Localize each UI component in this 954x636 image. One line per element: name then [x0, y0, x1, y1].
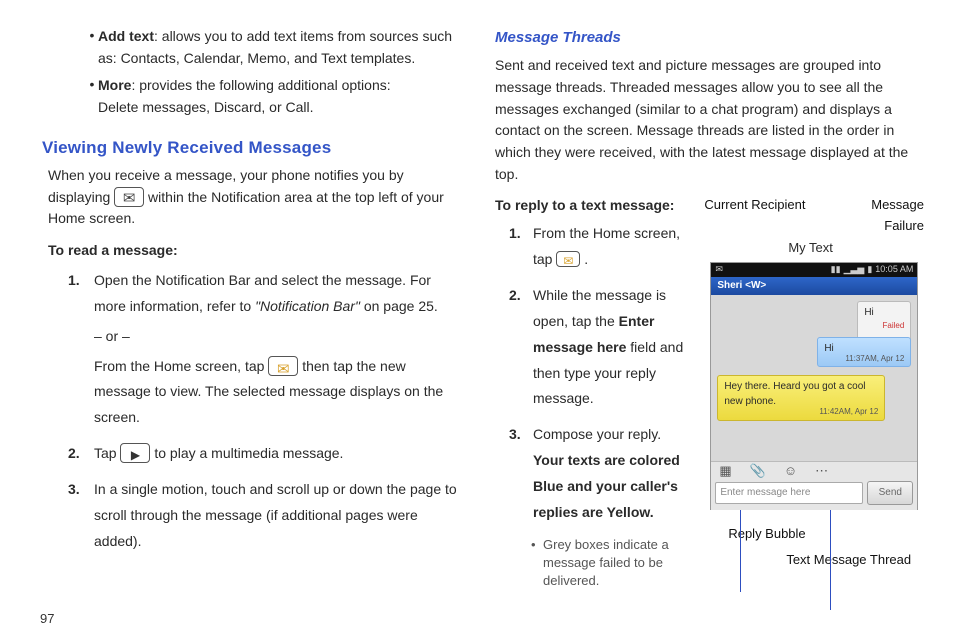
grey-note-text: Grey boxes indicate a message failed to …: [543, 536, 692, 591]
play-icon: [120, 443, 150, 463]
bubble-text: Hi: [824, 343, 833, 354]
photo-icon[interactable]: ▦: [719, 461, 731, 481]
rs1-b: .: [584, 251, 588, 267]
step1-ref: "Notification Bar": [255, 298, 360, 314]
section-heading-threads: Message Threads: [495, 26, 924, 49]
message-bubble-reply: Hey there. Heard you got a cool new phon…: [717, 375, 885, 421]
step-number: 1.: [509, 221, 533, 273]
intro-paragraph: When you receive a message, your phone n…: [48, 165, 459, 230]
label-current-recipient: Current Recipient: [704, 195, 812, 235]
envelope-icon: [114, 187, 144, 207]
mail-icon: [556, 251, 580, 267]
to-reply-lead: To reply to a text message:: [495, 195, 692, 217]
step-1: 1. Open the Notification Bar and select …: [68, 268, 459, 431]
step1-text-b: on page 25.: [364, 298, 438, 314]
step-number: 2.: [68, 441, 94, 467]
reply-instructions: To reply to a text message: 1. From the …: [495, 195, 692, 590]
envelope-icon: ✉: [715, 263, 723, 277]
phone-status-bar: ✉ ▮▮ ▁▃▅ ▮ 10:05 AM: [711, 263, 917, 277]
more-icon[interactable]: ⋯: [815, 461, 828, 481]
status-time: 10:05 AM: [875, 263, 913, 277]
phone-figure: Current Recipient Message Failure My Tex…: [704, 195, 924, 590]
bullet-subtext: Delete messages, Discard, or Call.: [98, 97, 459, 119]
reply-step-2: 2. While the message is open, tap the En…: [509, 283, 692, 412]
attach-icon[interactable]: 📎: [750, 461, 766, 481]
message-input[interactable]: Enter message here: [715, 482, 863, 504]
bubble-failed-label: Failed: [864, 320, 904, 332]
phone-compose-bar: ▦ 📎 ☺ ⋯ Enter message here Send: [711, 461, 917, 510]
label-text-thread: Text Message Thread: [786, 550, 924, 570]
bullet-more: • More: provides the following additiona…: [86, 75, 459, 118]
bullet-text: : provides the following additional opti…: [131, 77, 390, 93]
right-column: Message Threads Sent and received text a…: [495, 26, 924, 626]
bullet-dot: •: [531, 536, 543, 591]
grey-note: • Grey boxes indicate a message failed t…: [531, 536, 692, 591]
leader-line: [740, 564, 741, 592]
phone-thread-area: Hi Failed Hi 11:37AM, Apr 12 Hey there. …: [711, 295, 917, 461]
threads-paragraph: Sent and received text and picture messa…: [495, 55, 924, 185]
step2-text-a: Tap: [94, 445, 120, 461]
step-2: 2. Tap to play a multimedia message.: [68, 441, 459, 467]
mail-icon: [268, 356, 298, 376]
rs1-a: From the Home screen, tap: [533, 225, 680, 267]
to-read-lead: To read a message:: [48, 240, 459, 262]
rs3-bold: Your texts are colored Blue and your cal…: [533, 448, 692, 526]
step2-text-b: to play a multimedia message.: [154, 445, 343, 461]
step-number: 1.: [68, 268, 94, 431]
section-heading-viewing: Viewing Newly Received Messages: [42, 135, 459, 161]
bullet-label: Add text: [98, 28, 154, 44]
rs3-a: Compose your reply.: [533, 422, 692, 448]
step3-text: In a single motion, touch and scroll up …: [94, 477, 459, 555]
left-column: • Add text: allows you to add text items…: [30, 26, 459, 626]
message-bubble-mine: Hi 11:37AM, Apr 12: [817, 337, 911, 368]
read-steps: 1. Open the Notification Bar and select …: [68, 268, 459, 555]
bullet-add-text: • Add text: allows you to add text items…: [86, 26, 459, 69]
signal-icon: ▮▮: [831, 263, 841, 277]
bubble-time: 11:37AM, Apr 12: [845, 353, 904, 365]
bubble-text: Hi: [864, 307, 873, 318]
emoji-icon[interactable]: ☺: [784, 461, 797, 481]
label-reply-bubble: Reply Bubble: [728, 524, 924, 544]
reply-step-1: 1. From the Home screen, tap .: [509, 221, 692, 273]
bullet-label: More: [98, 77, 131, 93]
signal-bars-icon: ▁▃▅: [844, 263, 865, 277]
bullet-dot: •: [86, 75, 98, 118]
bubble-time: 11:42AM, Apr 12: [819, 406, 878, 418]
step-number: 3.: [68, 477, 94, 555]
leader-line: [830, 564, 831, 610]
step-3: 3. In a single motion, touch and scroll …: [68, 477, 459, 555]
option-bullets: • Add text: allows you to add text items…: [30, 26, 459, 119]
battery-icon: ▮: [867, 263, 872, 277]
step-number: 3.: [509, 422, 533, 526]
reply-step-3: 3. Compose your reply. Your texts are co…: [509, 422, 692, 526]
step1-text-c-a: From the Home screen, tap: [94, 358, 268, 374]
page-number: 97: [40, 611, 54, 626]
step-number: 2.: [509, 283, 533, 412]
step1-or: – or –: [94, 324, 459, 350]
phone-thread-header: Sheri <W>: [711, 277, 917, 295]
phone-mockup: ✉ ▮▮ ▁▃▅ ▮ 10:05 AM Sheri <W> Hi: [710, 262, 918, 510]
send-button[interactable]: Send: [867, 481, 913, 505]
message-input-placeholder: Enter message here: [720, 485, 810, 501]
bubble-text: Hey there. Heard you got a cool new phon…: [724, 381, 865, 408]
bullet-dot: •: [86, 26, 98, 69]
label-my-text: My Text: [788, 238, 924, 258]
label-message-failure: Message Failure: [812, 195, 924, 235]
